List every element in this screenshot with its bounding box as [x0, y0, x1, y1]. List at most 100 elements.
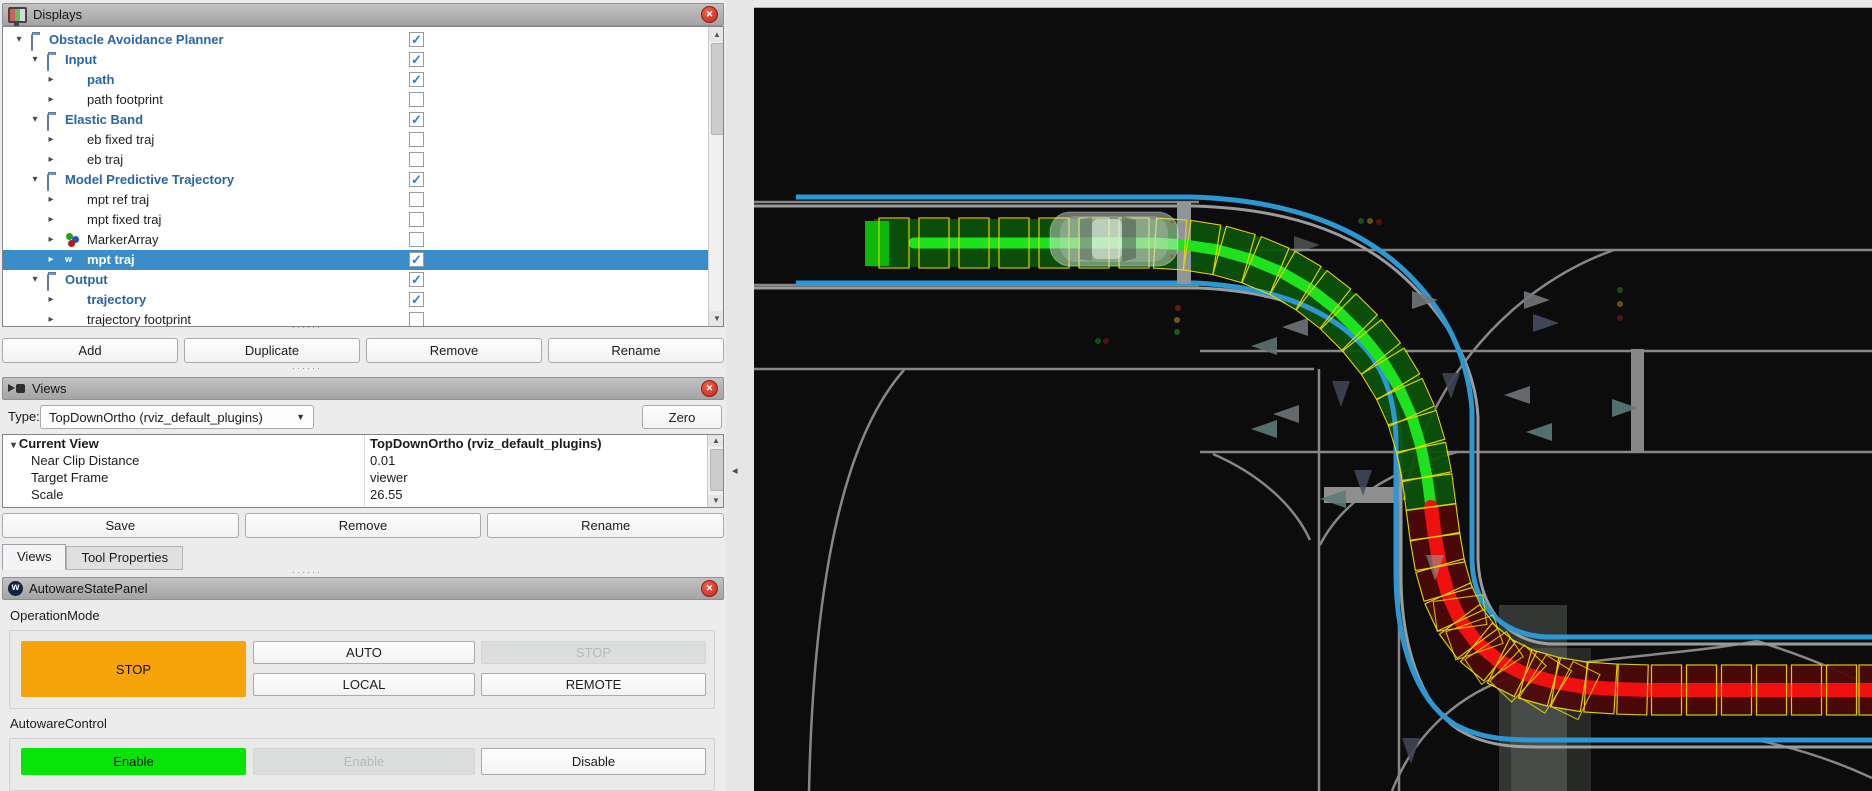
views-panel-titlebar: Views	[2, 377, 724, 400]
splitter-dots[interactable]	[262, 366, 352, 372]
enabled-checkbox[interactable]	[409, 232, 424, 247]
enabled-checkbox[interactable]	[409, 92, 424, 107]
autoware-control-group: Enable EnableDisable	[9, 738, 715, 791]
enabled-checkbox[interactable]	[409, 72, 424, 87]
operation-mode-local-button[interactable]: LOCAL	[253, 673, 475, 696]
views-rename-button[interactable]: Rename	[487, 513, 724, 538]
property-value[interactable]: 26.55	[370, 486, 403, 503]
enabled-checkbox[interactable]	[409, 132, 424, 147]
tree-row-path[interactable]: ▸ path	[3, 70, 710, 90]
tree-row-trajectory-footprint[interactable]: ▸trajectory footprint	[3, 310, 710, 327]
enabled-checkbox[interactable]	[409, 212, 424, 227]
tree-row-trajectory[interactable]: ▸trajectory	[3, 290, 710, 310]
tree-row-label: path	[87, 70, 114, 90]
render-view[interactable]	[754, 0, 1872, 791]
tree-row-elastic-band[interactable]: ▾Elastic Band	[3, 110, 710, 130]
splitter-dots[interactable]	[262, 570, 352, 576]
panel-splitter[interactable]: ◂	[726, 0, 754, 791]
tree-row-label: eb traj	[87, 150, 123, 170]
views-save-button[interactable]: Save	[2, 513, 239, 538]
collapse-icon[interactable]: ▾	[29, 110, 41, 130]
collapse-icon[interactable]: ▾	[29, 270, 41, 290]
enabled-checkbox[interactable]	[409, 292, 424, 307]
operation-mode-remote-button[interactable]: REMOTE	[481, 673, 706, 696]
expand-icon[interactable]: ▸	[45, 130, 57, 150]
rear-window	[1080, 217, 1092, 261]
scroll-up-icon[interactable]: ▲	[708, 435, 724, 447]
tree-row-eb-traj[interactable]: ▸ eb traj	[3, 150, 710, 170]
tree-row-mpt-fixed-traj[interactable]: ▸mpt fixed traj	[3, 210, 710, 230]
enabled-checkbox[interactable]	[409, 272, 424, 287]
enabled-checkbox[interactable]	[409, 112, 424, 127]
tree-row-path-footprint[interactable]: ▸path footprint	[3, 90, 710, 110]
panel-tabs: ViewsTool Properties	[2, 544, 183, 570]
scroll-down-icon[interactable]: ▼	[708, 495, 724, 507]
splitter-dots[interactable]	[262, 325, 352, 331]
views-remove-button[interactable]: Remove	[245, 513, 482, 538]
collapse-icon[interactable]: ▾	[29, 50, 41, 70]
displays-duplicate-button[interactable]: Duplicate	[184, 338, 360, 363]
views-panel-icon	[8, 383, 26, 394]
tree-row-label: MarkerArray	[87, 230, 159, 250]
tree-row-output[interactable]: ▾Output	[3, 270, 710, 290]
expand-icon[interactable]: ▸	[45, 210, 57, 230]
views-table-scrollbar[interactable]: ▲ ▼	[707, 435, 724, 507]
expand-icon[interactable]: ▸	[45, 250, 57, 270]
autoware-control-label: AutowareControl	[10, 716, 107, 731]
property-value[interactable]: viewer	[370, 469, 408, 486]
property-row-scale[interactable]: Scale26.55	[3, 486, 723, 503]
tree-row-input[interactable]: ▾Input	[3, 50, 710, 70]
expand-icon[interactable]: ▸	[45, 310, 57, 327]
enabled-checkbox[interactable]	[409, 52, 424, 67]
scrollbar-thumb[interactable]	[710, 449, 724, 491]
displays-add-button[interactable]: Add	[2, 338, 178, 363]
close-icon[interactable]	[701, 380, 718, 397]
displays-remove-button[interactable]: Remove	[366, 338, 542, 363]
view-type-dropdown[interactable]: TopDownOrtho (rviz_default_plugins) ▼	[40, 405, 314, 429]
enabled-checkbox[interactable]	[409, 32, 424, 47]
expand-icon[interactable]: ▸	[45, 90, 57, 110]
operation-mode-auto-button[interactable]: AUTO	[253, 641, 475, 664]
tree-row-model-predictive-trajectory[interactable]: ▾ Model Predictive Trajectory	[3, 170, 710, 190]
operation-mode-current-stop-button[interactable]: STOP	[21, 641, 246, 697]
property-row-current-view[interactable]: Current ViewTopDownOrtho (rviz_default_p…	[3, 435, 723, 452]
expand-icon[interactable]: ▸	[45, 230, 57, 250]
autoware-control-disable-button[interactable]: Disable	[481, 748, 706, 775]
tree-row-eb-fixed-traj[interactable]: ▸eb fixed traj	[3, 130, 710, 150]
property-value[interactable]: TopDownOrtho (rviz_default_plugins)	[370, 435, 602, 452]
windshield	[1122, 216, 1136, 262]
expand-icon[interactable]: ▸	[45, 150, 57, 170]
zero-button[interactable]: Zero	[642, 405, 722, 429]
tree-row-obstacle-avoidance-planner[interactable]: ▾Obstacle Avoidance Planner	[3, 30, 710, 50]
scroll-up-icon[interactable]: ▲	[709, 27, 724, 42]
tab-views[interactable]: Views	[2, 544, 66, 570]
scroll-down-icon[interactable]: ▼	[709, 311, 724, 326]
enabled-checkbox[interactable]	[409, 172, 424, 187]
property-row-near-clip-distance[interactable]: Near Clip Distance0.01	[3, 452, 723, 469]
tree-row-label: Model Predictive Trajectory	[65, 170, 234, 190]
expand-icon[interactable]: ▸	[45, 290, 57, 310]
expand-icon[interactable]: ▸	[45, 70, 57, 90]
enabled-checkbox[interactable]	[409, 252, 424, 267]
enabled-checkbox[interactable]	[409, 152, 424, 167]
tree-row-mpt-traj[interactable]: ▸mpt traj	[3, 250, 710, 270]
property-row-target-frame[interactable]: Target Frameviewer	[3, 469, 723, 486]
expand-icon[interactable]: ▸	[45, 190, 57, 210]
enabled-checkbox[interactable]	[409, 312, 424, 327]
tab-tool-properties[interactable]: Tool Properties	[66, 546, 183, 570]
close-icon[interactable]	[701, 6, 718, 23]
displays-rename-button[interactable]: Rename	[548, 338, 724, 363]
collapse-icon[interactable]: ▾	[13, 30, 25, 50]
tree-row-markerarray[interactable]: ▸ MarkerArray	[3, 230, 710, 250]
collapse-icon[interactable]: ▾	[29, 170, 41, 190]
enabled-checkbox[interactable]	[409, 192, 424, 207]
tree-row-mpt-ref-traj[interactable]: ▸mpt ref traj	[3, 190, 710, 210]
render-view-top-border	[754, 0, 1872, 8]
displays-tree-scrollbar[interactable]: ▲ ▼	[708, 27, 724, 326]
close-icon[interactable]	[701, 580, 718, 597]
folder-icon	[47, 174, 49, 191]
splitter-collapse-icon[interactable]: ◂	[732, 464, 738, 477]
scrollbar-thumb[interactable]	[711, 43, 724, 135]
autoware-control-current-enable-button[interactable]: Enable	[21, 748, 246, 775]
property-value[interactable]: 0.01	[370, 452, 395, 469]
